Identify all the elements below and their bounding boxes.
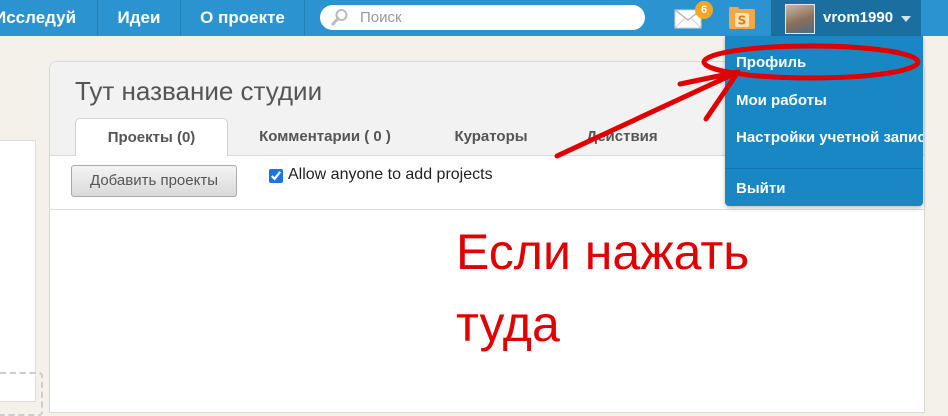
messages-count-badge: 6 xyxy=(695,1,713,19)
username-label: vrom1990 xyxy=(823,9,894,26)
menu-divider xyxy=(725,168,923,169)
search-input[interactable] xyxy=(360,8,630,27)
account-menu-button[interactable]: vrom1990 xyxy=(771,0,921,36)
menu-item-logout[interactable]: Выйти xyxy=(736,180,923,197)
avatar xyxy=(785,4,815,34)
my-stuff-folder-icon[interactable]: S xyxy=(728,6,756,30)
left-side-panel xyxy=(0,140,36,402)
account-dropdown-menu: Профиль Мои работы Настройки учетной зап… xyxy=(725,36,923,206)
svg-text:S: S xyxy=(738,14,747,28)
menu-item-profile[interactable]: Профиль xyxy=(736,54,923,71)
add-projects-button[interactable]: Добавить проекты xyxy=(71,165,237,197)
search-box[interactable] xyxy=(320,5,645,30)
nav-explore-link[interactable]: Исследуй xyxy=(0,0,98,36)
studio-title[interactable]: Тут название студии xyxy=(75,76,322,107)
menu-item-account-settings[interactable]: Настройки учетной записи xyxy=(736,129,923,146)
annotation-line-2: туда xyxy=(456,296,560,352)
tab-projects[interactable]: Проекты (0) xyxy=(75,118,228,157)
allow-anyone-checkbox[interactable] xyxy=(269,169,283,183)
tab-curators[interactable]: Кураторы xyxy=(436,118,546,155)
nav-about-link[interactable]: О проекте xyxy=(181,0,305,36)
nav-ideas-link[interactable]: Идеи xyxy=(98,0,181,36)
chevron-down-icon xyxy=(901,16,911,22)
tab-comments[interactable]: Комментарии ( 0 ) xyxy=(246,118,404,155)
annotation-text: Если нажать туда xyxy=(456,216,836,360)
top-nav-bar: Исследуй Идеи О проекте 6 S vrom1990 xyxy=(0,0,948,36)
annotation-line-1: Если нажать xyxy=(456,224,750,280)
menu-item-my-works[interactable]: Мои работы xyxy=(736,92,923,109)
left-dashed-placeholder xyxy=(0,372,43,416)
allow-anyone-label: Allow anyone to add projects xyxy=(288,166,493,183)
tab-activity[interactable]: Действия xyxy=(567,118,677,155)
search-icon xyxy=(331,9,348,26)
